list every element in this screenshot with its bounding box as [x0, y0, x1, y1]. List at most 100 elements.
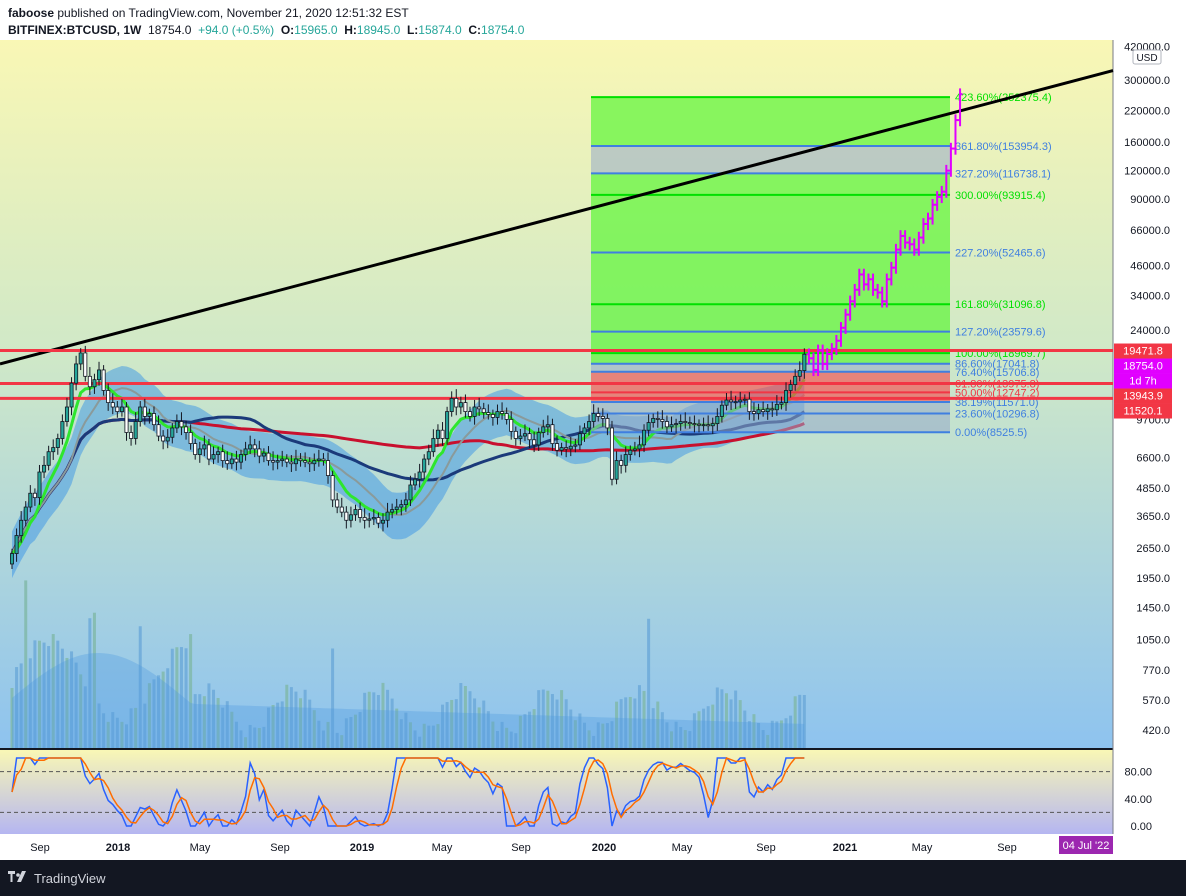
time-tick-label: May: [190, 842, 211, 854]
candle-body: [161, 435, 166, 442]
candle-body: [138, 406, 143, 422]
candle-body: [555, 443, 560, 451]
candle-body: [674, 423, 679, 426]
candle-body: [142, 406, 147, 417]
candle-body: [605, 418, 610, 429]
fib-zone: [591, 401, 950, 414]
price-chart[interactable]: 423.60%(252375.4)361.80%(153954.3)327.20…: [0, 40, 1186, 860]
candle-body: [32, 492, 37, 499]
time-tick-label: Sep: [30, 842, 50, 854]
candle-body: [293, 458, 298, 465]
publisher-name[interactable]: faboose: [8, 6, 54, 20]
candle-body: [284, 458, 289, 463]
price-tick-label: 220000.0: [1124, 106, 1170, 118]
candle-body: [248, 444, 253, 450]
candle-body: [344, 511, 349, 521]
time-tick-label: 2020: [592, 842, 616, 854]
candle-body: [545, 424, 550, 428]
candle-body: [445, 411, 450, 439]
candle-body: [339, 506, 344, 513]
fib-level-label: 327.20%(116738.1): [955, 168, 1051, 180]
price-label-text: 1d 7h: [1129, 376, 1157, 388]
candle-body: [115, 406, 120, 413]
price-tick-label: 46000.0: [1130, 260, 1170, 272]
candle-body: [701, 424, 706, 427]
time-tick-label: Sep: [511, 842, 531, 854]
candle-body: [179, 421, 184, 428]
price-tick-label: 3650.0: [1136, 511, 1170, 523]
candle-body: [495, 411, 500, 418]
price-axis[interactable]: [1113, 40, 1186, 834]
candle-body: [92, 379, 97, 388]
candle-body: [174, 421, 179, 429]
candle-body: [678, 421, 683, 425]
currency-label: USD: [1136, 53, 1157, 64]
time-tick-label: 2019: [350, 842, 374, 854]
candle-body: [46, 451, 51, 466]
candle-body: [101, 369, 106, 391]
candle-body: [564, 447, 569, 450]
time-tick-label: Sep: [756, 842, 776, 854]
candle-body: [271, 460, 276, 463]
candle-body: [577, 433, 582, 446]
candle-body: [367, 518, 372, 521]
candle-body: [449, 397, 454, 413]
candle-body: [751, 411, 756, 414]
candle-body: [275, 460, 280, 463]
brand-name[interactable]: TradingView: [34, 871, 106, 886]
candle-body: [216, 451, 221, 455]
candle-body: [307, 461, 312, 465]
candle-body: [765, 408, 770, 413]
fib-level-label: 300.00%(93915.4): [955, 190, 1046, 202]
candle-body: [747, 398, 752, 413]
candle-body: [490, 414, 495, 418]
time-tick-label: 2018: [106, 842, 130, 854]
symbol[interactable]: BITFINEX:BTCUSD, 1W: [8, 23, 141, 37]
candle-body: [408, 484, 413, 501]
candle-body: [252, 444, 257, 450]
high-value: 18945.0: [356, 23, 401, 37]
fib-zone: [591, 304, 950, 332]
price-tick-label: 1050.0: [1136, 634, 1170, 646]
candle-body: [541, 426, 546, 433]
candle-body: [110, 402, 115, 408]
candle-body: [522, 433, 527, 437]
candle-body: [106, 390, 111, 404]
candle-body: [229, 458, 234, 465]
candle-body: [761, 409, 766, 413]
candle-body: [69, 382, 74, 408]
tradingview-logo-icon[interactable]: [8, 871, 26, 885]
price-label-text: 13943.9: [1123, 391, 1163, 403]
candle-body: [706, 424, 711, 427]
candle-body: [261, 452, 266, 457]
candle-body: [642, 429, 647, 446]
candle-body: [266, 452, 271, 461]
candle-body: [133, 421, 138, 439]
fib-level-label: 127.20%(23579.6): [955, 327, 1046, 339]
candle-body: [413, 478, 418, 486]
candle-body: [486, 412, 491, 415]
candle-body: [742, 398, 747, 401]
candle-body: [426, 451, 431, 460]
candle-body: [23, 506, 28, 521]
candle-body: [257, 448, 262, 457]
candle-body: [587, 421, 592, 429]
candle-body: [784, 390, 789, 404]
candle-body: [28, 492, 33, 508]
candle-body: [797, 370, 802, 377]
candle-body: [316, 458, 321, 461]
candle-body: [738, 399, 743, 403]
candle-body: [83, 352, 88, 377]
candle-body: [632, 448, 637, 451]
candle-body: [42, 464, 47, 473]
candle-body: [234, 458, 239, 463]
candle-body: [573, 444, 578, 447]
candle-body: [719, 404, 724, 417]
price-tick-label: 34000.0: [1130, 290, 1170, 302]
fib-zone: [591, 353, 950, 364]
candle-body: [170, 427, 175, 438]
price-tick-label: 4850.0: [1136, 483, 1170, 495]
candle-body: [348, 514, 353, 521]
candle-body: [568, 445, 573, 450]
price-tick-label: 1450.0: [1136, 602, 1170, 614]
